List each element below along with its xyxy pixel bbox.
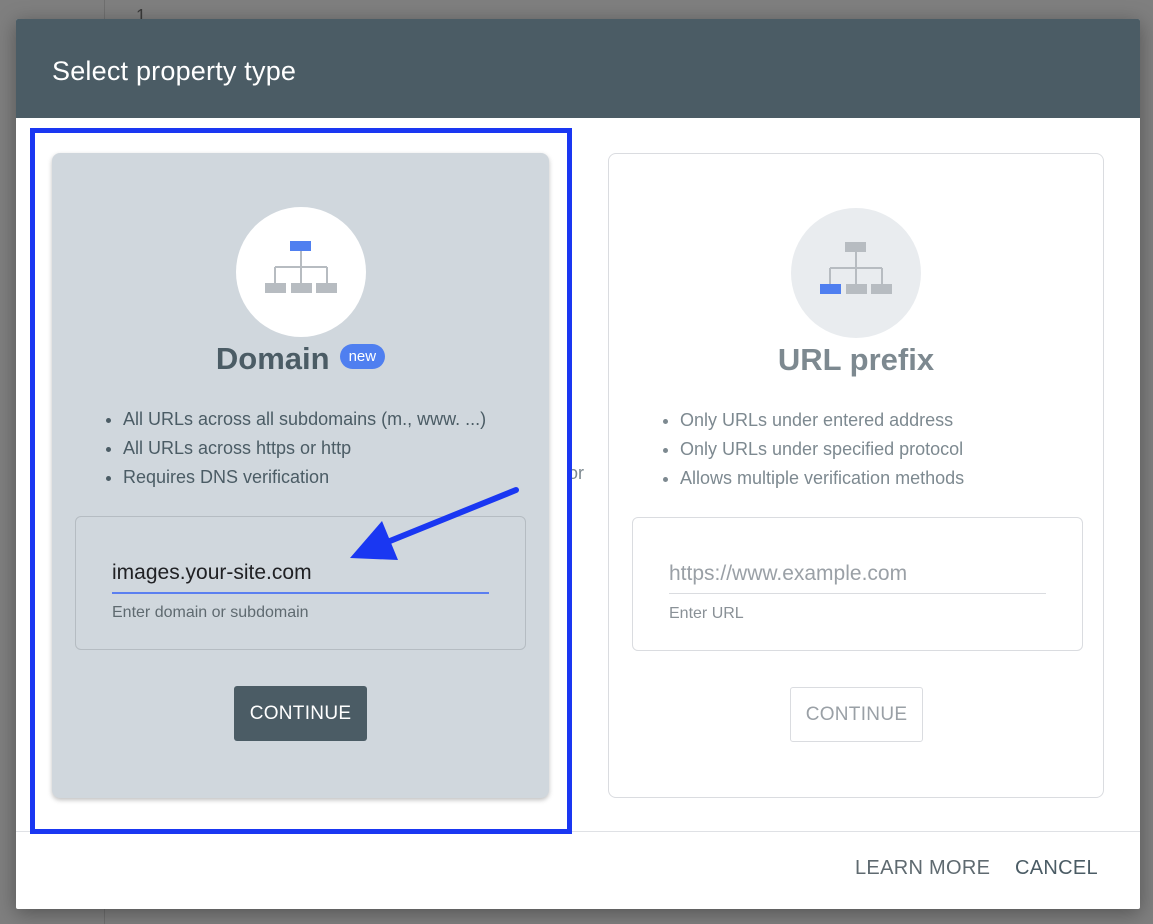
cancel-button[interactable]: CANCEL xyxy=(1015,857,1098,880)
url-continue-button[interactable]: CONTINUE xyxy=(790,687,923,742)
url-prefix-card[interactable]: URL prefix Only URLs under entered addre… xyxy=(608,153,1104,798)
dialog-title: Select property type xyxy=(52,56,297,86)
list-item: Only URLs under entered address xyxy=(680,406,964,435)
dialog-header: Select property type xyxy=(16,19,1140,118)
url-input-hint: Enter URL xyxy=(669,605,744,622)
url-features-list: Only URLs under entered address Only URL… xyxy=(652,406,964,493)
url-field-container: Enter URL xyxy=(632,517,1083,651)
learn-more-button[interactable]: LEARN MORE xyxy=(855,857,990,880)
highlight-box xyxy=(30,128,572,834)
url-sitemap-icon xyxy=(791,208,921,338)
list-item: Allows multiple verification methods xyxy=(680,464,964,493)
url-input[interactable] xyxy=(669,555,1046,594)
url-prefix-title: URL prefix xyxy=(777,342,935,377)
list-item: Only URLs under specified protocol xyxy=(680,435,964,464)
